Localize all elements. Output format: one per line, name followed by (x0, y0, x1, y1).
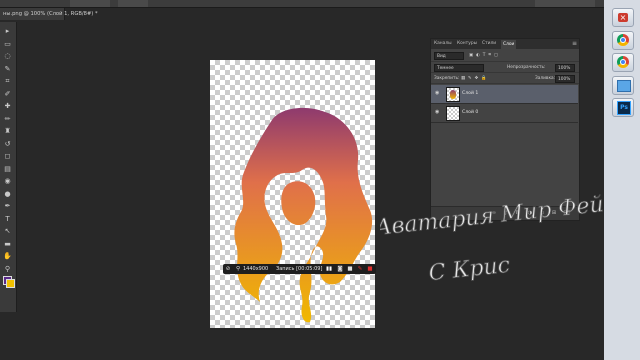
fill-field[interactable]: 100% (555, 75, 575, 83)
history-brush-tool[interactable]: ↺ (3, 140, 12, 148)
move-tool[interactable]: ▸ (3, 28, 12, 35)
zoom-icon[interactable]: ⚲ (235, 266, 241, 272)
panel-menu-icon[interactable]: ≡ (572, 40, 577, 47)
pen-tool[interactable]: ✒ (3, 203, 12, 210)
blend-row: Темнее Непрозрачность: 100% (431, 62, 579, 73)
recorder-logo-icon: ⊘ (225, 266, 231, 272)
tab-styles[interactable]: Стили (482, 41, 496, 46)
close-icon[interactable]: × (612, 8, 634, 27)
camera-icon[interactable]: ◙ (337, 266, 343, 272)
chrome-icon[interactable] (612, 53, 634, 72)
screen-recorder-bar: ⊘ ⚲ 1440x900 Запись [00:05:09] ▮▮ ◙ ■ ✎ … (223, 264, 376, 274)
workspace-switcher[interactable] (535, 0, 595, 7)
options-field[interactable] (70, 0, 110, 7)
watermark-text: Авaтария Мир Фей С Крис (380, 192, 605, 287)
zoom-tool[interactable]: ⚲ (3, 265, 12, 273)
record-icon[interactable]: ■ (367, 266, 373, 272)
tools-panel: ▸ ▭ ◌ ✎ ⌗ ✐ ✚ ✏ ♜ ↺ ◻ ▤ ◉ ● ✒ T ↖ ▬ ✋ ⚲ (0, 22, 17, 312)
kind-filter-select[interactable]: Вид (434, 52, 464, 60)
lock-icons[interactable]: ▦✎✥🔒 (461, 76, 490, 81)
opacity-label: Непрозрачность: (507, 65, 546, 70)
layer-name: Слой 0 (462, 110, 479, 115)
hand-tool[interactable]: ✋ (3, 253, 12, 260)
stamp-tool[interactable]: ♜ (3, 128, 12, 135)
blend-mode-select[interactable]: Темнее (434, 64, 484, 72)
pen-icon[interactable]: ✎ (357, 266, 363, 272)
opacity-value: 100% (558, 66, 571, 71)
recording-status: Запись [00:05:09] (276, 266, 323, 272)
crop-tool[interactable]: ⌗ (3, 78, 12, 85)
stop-icon[interactable]: ■ (347, 266, 353, 272)
eraser-tool[interactable]: ◻ (3, 153, 12, 160)
options-field[interactable] (118, 0, 148, 7)
paint-app-icon[interactable] (612, 76, 634, 95)
blend-mode-value: Темнее (437, 66, 454, 71)
gradient-tool[interactable]: ▤ (3, 165, 12, 173)
options-bar (0, 0, 604, 8)
filter-icons[interactable]: ▣◐T⌗▢ (469, 53, 501, 58)
lock-label: Закрепить: (434, 76, 460, 81)
layer-filter-row: Вид ▣◐T⌗▢ (431, 50, 579, 62)
background-color-swatch[interactable] (6, 279, 15, 288)
path-select-tool[interactable]: ↖ (3, 228, 12, 235)
kind-filter-value: Вид (437, 54, 446, 59)
fill-label: Заливка: (535, 76, 556, 81)
tab-channels[interactable]: Каналы (434, 41, 452, 46)
fill-value: 100% (558, 77, 571, 82)
watermark-line-2: С Крис (428, 253, 512, 286)
hair-silhouette (234, 107, 373, 323)
layer-row-0[interactable]: ◉ Слой 0 (431, 104, 578, 123)
tab-layers[interactable]: Слои (501, 40, 517, 49)
taskbar: × Ps (604, 0, 640, 360)
document-canvas[interactable] (210, 60, 375, 328)
pause-icon[interactable]: ▮▮ (326, 266, 332, 272)
photoshop-label: Ps (617, 101, 631, 115)
watermark-line-1: Авaтария Мир Фей (380, 192, 605, 241)
marquee-tool[interactable]: ▭ (3, 40, 12, 48)
photoshop-icon[interactable]: Ps (612, 98, 634, 117)
tab-paths[interactable]: Контуры (457, 41, 477, 46)
eyedropper-tool[interactable]: ✐ (3, 90, 12, 98)
shape-tool[interactable]: ▬ (3, 240, 12, 248)
lasso-tool[interactable]: ◌ (3, 53, 12, 60)
document-tab[interactable]: ны.png @ 100% (Слой 1, RGB/8#) * (0, 8, 98, 20)
layer-row-1[interactable]: ◉ Слой 1 (431, 85, 578, 104)
opacity-field[interactable]: 100% (555, 64, 575, 72)
chrome-icon[interactable] (612, 31, 634, 50)
panel-tabbar: Каналы Контуры Стили Слои ≡ (431, 39, 579, 49)
recording-resolution: 1440x900 (243, 266, 269, 272)
layer-thumbnail (446, 106, 460, 121)
layer-thumbnail (446, 87, 460, 102)
brush-tool[interactable]: ✏ (3, 115, 12, 123)
visibility-eye-icon[interactable]: ◉ (435, 110, 441, 115)
quick-select-tool[interactable]: ✎ (3, 65, 12, 73)
healing-tool[interactable]: ✚ (3, 103, 12, 110)
type-tool[interactable]: T (3, 215, 12, 223)
dodge-tool[interactable]: ● (3, 190, 12, 198)
document-title: ны.png @ 100% (Слой 1, RGB/8#) * (3, 11, 98, 17)
visibility-eye-icon[interactable]: ◉ (435, 91, 441, 96)
blur-tool[interactable]: ◉ (3, 178, 12, 185)
lock-row: Закрепить: ▦✎✥🔒 Заливка: 100% (431, 73, 579, 84)
layer-name: Слой 1 (462, 91, 479, 96)
